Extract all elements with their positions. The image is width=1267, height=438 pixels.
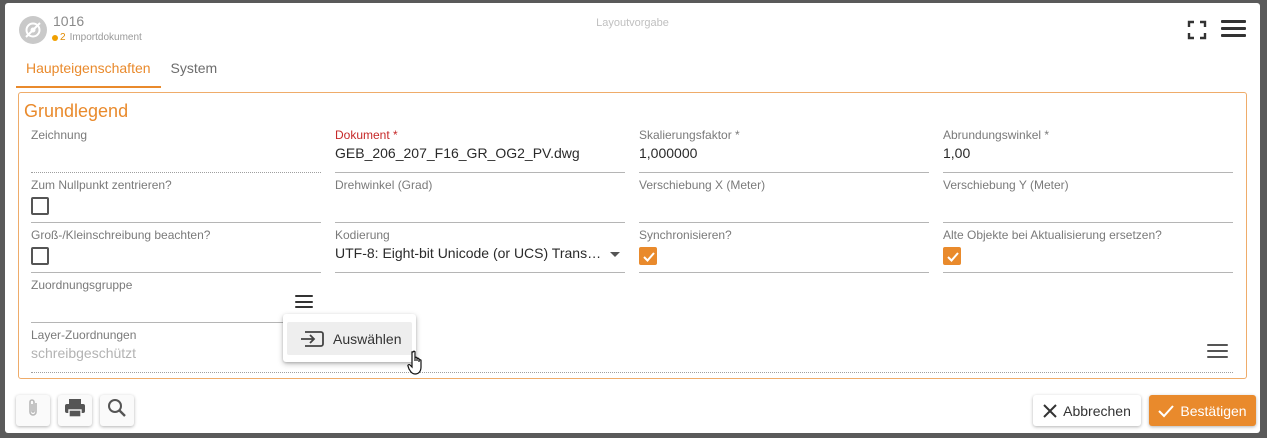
- menu-item-auswaehlen[interactable]: Auswählen: [287, 322, 412, 355]
- field-skalierungsfaktor[interactable]: Skalierungsfaktor * 1,000000: [639, 128, 929, 173]
- field-layer-zuordnungen: Layer-Zuordnungen schreibgeschützt: [31, 328, 1233, 373]
- field-label: Abrundungswinkel *: [943, 128, 1050, 142]
- import-count: 2: [60, 32, 66, 43]
- field-menu-icon[interactable]: [295, 295, 313, 308]
- field-label: Verschiebung X (Meter): [639, 178, 766, 192]
- tab-bar: Haupteigenschaften System: [16, 56, 227, 88]
- dialog: 1016 2 Importdokument Layoutvorgabe Haup…: [5, 3, 1260, 433]
- field-alte-objekte: Alte Objekte bei Aktualisierung ersetzen…: [943, 228, 1233, 273]
- alte-objekte-checkbox[interactable]: [943, 247, 961, 265]
- field-label: Layer-Zuordnungen: [31, 328, 137, 342]
- field-synchronisieren: Synchronisieren?: [639, 228, 929, 273]
- field-label: Synchronisieren?: [639, 228, 732, 242]
- select-arrow-icon: [299, 329, 325, 349]
- import-label: Importdokument: [69, 32, 142, 43]
- hamburger-menu-icon[interactable]: [1221, 20, 1246, 37]
- field-grossklein: Groß-/Kleinschreibung beachten?: [31, 228, 321, 273]
- chevron-down-icon[interactable]: [610, 252, 620, 257]
- printer-icon: [63, 397, 87, 424]
- field-zuordnungsgruppe[interactable]: Zuordnungsgruppe: [31, 278, 321, 323]
- print-button[interactable]: [58, 395, 92, 426]
- nullpunkt-checkbox[interactable]: [31, 197, 49, 215]
- field-label: Skalierungsfaktor *: [639, 128, 740, 142]
- skalierungsfaktor-input[interactable]: 1,000000: [639, 145, 697, 161]
- dokument-input[interactable]: GEB_206_207_F16_GR_OG2_PV.dwg: [335, 145, 625, 161]
- close-icon: [1043, 403, 1057, 418]
- field-kodierung[interactable]: Kodierung UTF-8: Eight-bit Unicode (or U…: [335, 228, 625, 273]
- attach-button[interactable]: [16, 395, 50, 426]
- kodierung-select[interactable]: UTF-8: Eight-bit Unicode (or UCS) Transf…: [335, 245, 603, 261]
- field-label: Zeichnung: [31, 128, 88, 142]
- field-label: Dokument *: [335, 128, 398, 142]
- field-label: Alte Objekte bei Aktualisierung ersetzen…: [943, 228, 1162, 242]
- field-dokument[interactable]: Dokument * GEB_206_207_F16_GR_OG2_PV.dwg: [335, 128, 625, 173]
- confirm-label: Bestätigen: [1180, 402, 1247, 419]
- field-nullpunkt: Zum Nullpunkt zentrieren?: [31, 178, 321, 223]
- context-menu: Auswählen: [283, 314, 416, 362]
- tab-haupteigenschaften[interactable]: Haupteigenschaften: [16, 56, 161, 88]
- synchronisieren-checkbox[interactable]: [639, 247, 657, 265]
- field-drehwinkel[interactable]: Drehwinkel (Grad): [335, 178, 625, 223]
- field-label: Verschiebung Y (Meter): [943, 178, 1069, 192]
- status-dot: [52, 34, 58, 41]
- check-icon: [1158, 404, 1175, 418]
- menu-item-label: Auswählen: [333, 330, 402, 347]
- field-label: Groß-/Kleinschreibung beachten?: [31, 228, 211, 242]
- paperclip-icon: [24, 398, 42, 423]
- cancel-label: Abbrechen: [1063, 402, 1131, 419]
- grossklein-checkbox[interactable]: [31, 247, 49, 265]
- field-label: Drehwinkel (Grad): [335, 178, 433, 192]
- confirm-button[interactable]: Bestätigen: [1149, 395, 1256, 426]
- field-label: Zum Nullpunkt zentrieren?: [31, 178, 172, 192]
- layer-zuordnungen-readonly: schreibgeschützt: [31, 345, 137, 361]
- field-zeichnung[interactable]: Zeichnung: [31, 128, 321, 173]
- search-icon: [107, 398, 127, 423]
- record-subtitle: 2 Importdokument: [52, 32, 142, 43]
- group-title: Grundlegend: [24, 101, 129, 121]
- search-button[interactable]: [100, 395, 134, 426]
- hand-cursor-icon: [407, 350, 425, 381]
- field-abrundungswinkel[interactable]: Abrundungswinkel * 1,00: [943, 128, 1233, 173]
- field-verschiebung-y[interactable]: Verschiebung Y (Meter): [943, 178, 1233, 223]
- fullscreen-icon[interactable]: [1186, 19, 1208, 41]
- tab-system[interactable]: System: [161, 56, 228, 88]
- dialog-title: Layoutvorgabe: [596, 17, 669, 29]
- field-label: Kodierung: [335, 228, 390, 242]
- cancel-button[interactable]: Abbrechen: [1033, 395, 1141, 426]
- field-verschiebung-x[interactable]: Verschiebung X (Meter): [639, 178, 929, 223]
- field-label: Zuordnungsgruppe: [31, 278, 133, 292]
- group-grundlegend: Grundlegend Zeichnung Dokument * GEB_206…: [18, 92, 1247, 379]
- layer-menu-icon[interactable]: [1207, 344, 1228, 358]
- abrundungswinkel-input[interactable]: 1,00: [943, 145, 970, 161]
